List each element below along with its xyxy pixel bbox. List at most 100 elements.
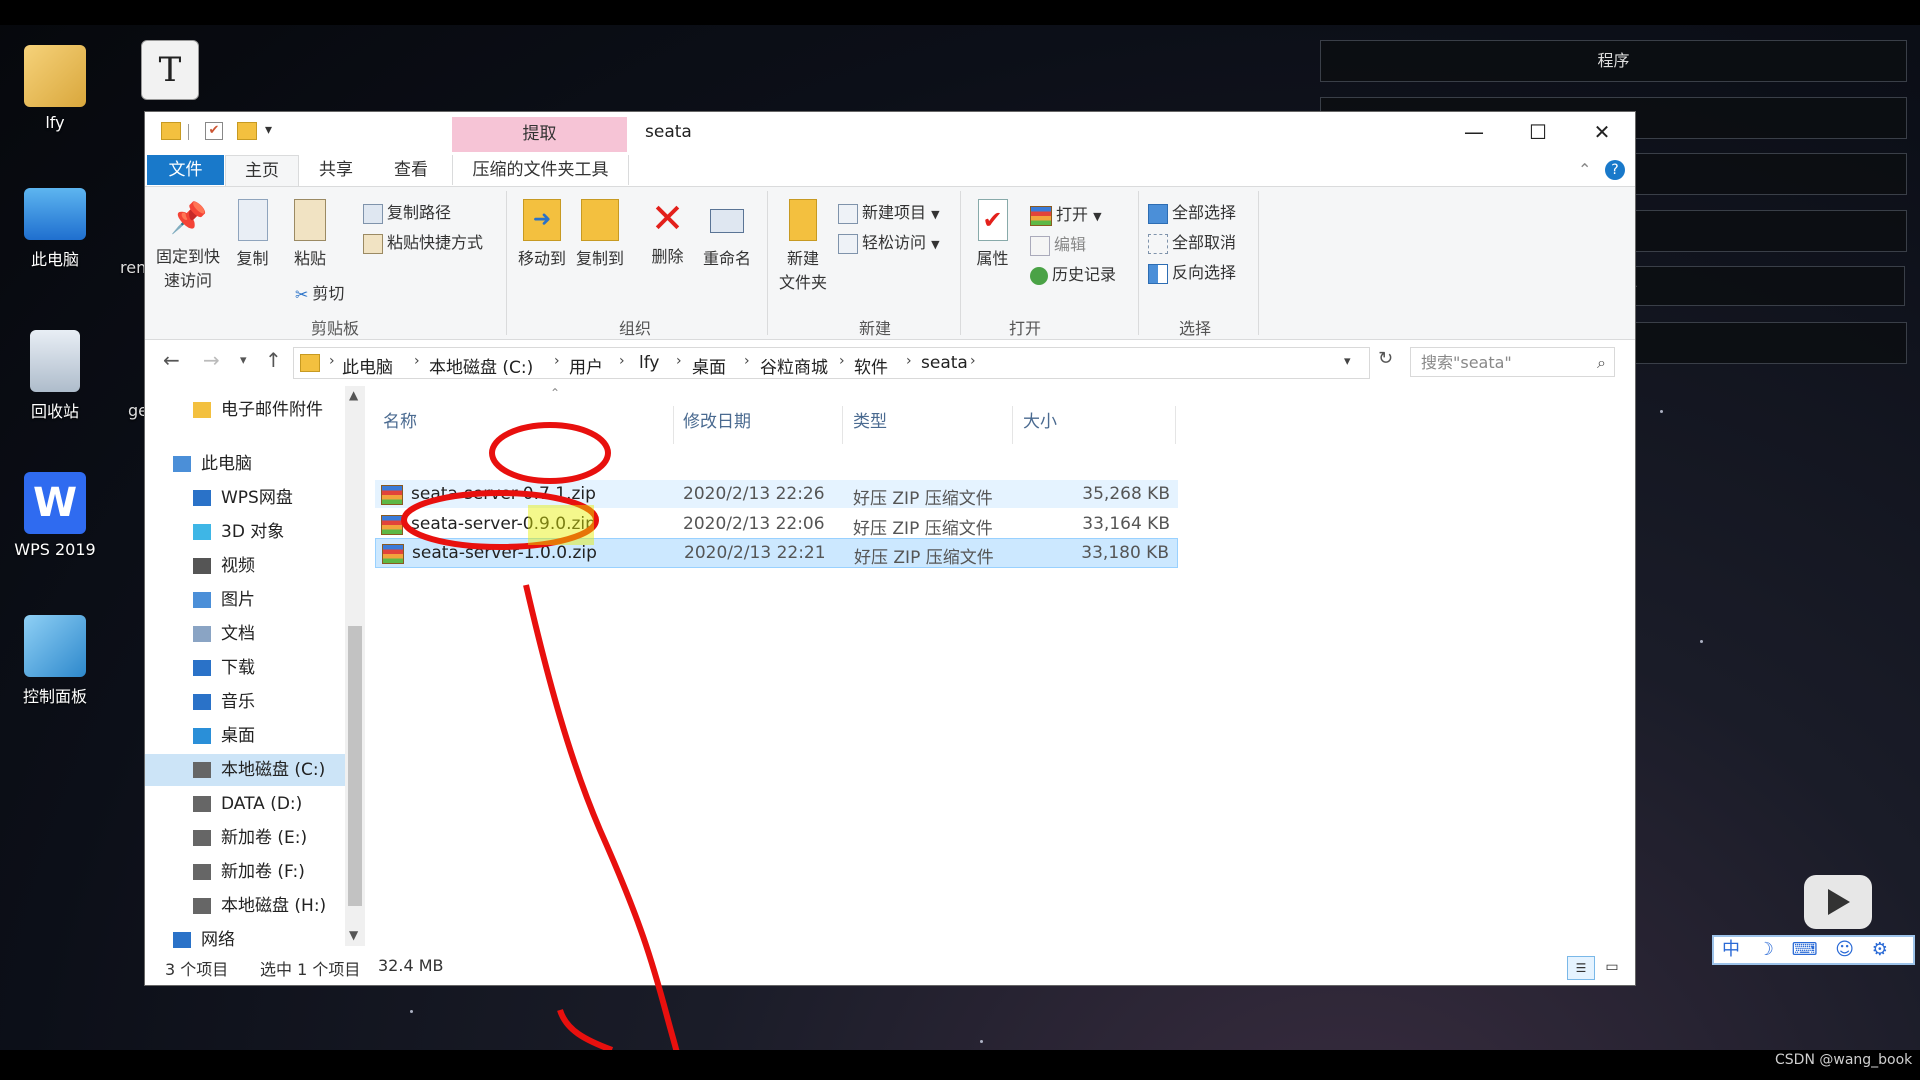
- breadcrumb-item[interactable]: lfy: [639, 353, 659, 373]
- copy-to-button[interactable]: 复制到: [570, 199, 630, 269]
- pin-quick-access-button[interactable]: 📌 固定到快 速访问: [153, 199, 223, 291]
- desktop-icon-wps[interactable]: W WPS 2019: [0, 472, 110, 559]
- scrollbar-thumb[interactable]: [348, 626, 362, 906]
- select-none-button[interactable]: 全部取消: [1148, 229, 1236, 254]
- details-view-icon[interactable]: ☰: [1567, 956, 1595, 980]
- desktop-icon-this-pc[interactable]: 此电脑: [0, 188, 110, 270]
- address-bar[interactable]: › 此电脑 › 本地磁盘 (C:) › 用户 › lfy › 桌面 › 谷粒商城…: [293, 347, 1370, 379]
- extract-context-tab[interactable]: 提取: [452, 117, 627, 152]
- edit-button[interactable]: 编辑: [1030, 231, 1086, 256]
- play-icon[interactable]: [1804, 875, 1872, 929]
- nav-item[interactable]: 本地磁盘 (C:): [145, 754, 355, 786]
- table-row[interactable]: seata-server-0.9.0.zip 2020/2/13 22:06 好…: [375, 510, 1178, 539]
- paste-shortcut-button[interactable]: 粘贴快捷方式: [363, 229, 483, 254]
- desktop-partial-label: ren: [120, 258, 147, 277]
- minimize-button[interactable]: —: [1442, 112, 1506, 152]
- group-label-clipboard: 剪贴板: [310, 319, 359, 338]
- column-header-size[interactable]: 大小: [1023, 406, 1057, 438]
- desktop-icon-text-shortcut[interactable]: T: [130, 40, 210, 106]
- breadcrumb-item[interactable]: 软件: [854, 353, 888, 378]
- nav-item[interactable]: 桌面: [145, 720, 355, 752]
- tab-view[interactable]: 查看: [375, 155, 447, 185]
- delete-button[interactable]: ✕ 删除: [645, 199, 690, 267]
- column-header-type[interactable]: 类型: [853, 406, 887, 438]
- nav-item-label: 电子邮件附件: [221, 400, 323, 420]
- nav-item[interactable]: 音乐: [145, 686, 355, 718]
- copy-path-button[interactable]: 复制路径: [363, 199, 451, 224]
- new-folder-button[interactable]: 新建 文件夹: [773, 199, 833, 293]
- move-to-button[interactable]: ➜ 移动到: [512, 199, 572, 269]
- ime-toolbar[interactable]: 中 ☽ ⌨ ☺ ⚙: [1712, 935, 1915, 965]
- tab-compressed-folder-tools[interactable]: 压缩的文件夹工具: [452, 155, 629, 185]
- properties-check-icon[interactable]: ✔: [205, 122, 223, 140]
- breadcrumb-separator: ›: [744, 353, 750, 369]
- large-icons-view-icon[interactable]: ▭: [1600, 956, 1624, 978]
- separator: [1258, 191, 1259, 335]
- open-button[interactable]: 打开 ▼: [1030, 201, 1102, 226]
- up-arrow-icon[interactable]: ↑: [265, 348, 282, 372]
- column-separator[interactable]: [1175, 406, 1176, 444]
- easy-access-button[interactable]: 轻松访问 ▼: [838, 229, 940, 254]
- nav-item[interactable]: 图片: [145, 584, 355, 616]
- refresh-icon[interactable]: ↻: [1378, 348, 1393, 369]
- nav-scrollbar[interactable]: ▲ ▼: [345, 386, 365, 946]
- properties-button[interactable]: ✔ 属性: [970, 199, 1015, 269]
- address-history-chevron-icon[interactable]: ▾: [1344, 354, 1351, 369]
- nav-item[interactable]: 本地磁盘 (H:): [145, 890, 355, 922]
- nav-item[interactable]: WPS网盘: [145, 482, 355, 514]
- new-folder-quick-icon[interactable]: [237, 122, 257, 140]
- cut-button[interactable]: ✂ 剪切: [295, 280, 344, 304]
- column-header-modified[interactable]: 修改日期: [683, 406, 751, 438]
- nav-item[interactable]: 下载: [145, 652, 355, 684]
- file-type: 好压 ZIP 压缩文件: [854, 548, 994, 568]
- help-icon[interactable]: ?: [1605, 160, 1625, 180]
- desktop-icon-control-panel[interactable]: 控制面板: [0, 615, 110, 707]
- desktop-icon-lfy[interactable]: lfy: [0, 45, 110, 132]
- star: [980, 1040, 983, 1043]
- nav-item[interactable]: 文档: [145, 618, 355, 650]
- nav-item[interactable]: 此电脑: [145, 448, 355, 480]
- recent-locations-chevron-icon[interactable]: ▾: [240, 353, 247, 368]
- nav-item[interactable]: 新加卷 (E:): [145, 822, 355, 854]
- history-button[interactable]: 历史记录: [1030, 261, 1116, 285]
- paste-shortcut-icon: [363, 233, 383, 254]
- tab-share[interactable]: 共享: [300, 155, 372, 185]
- paste-button[interactable]: 粘贴: [285, 199, 335, 269]
- back-arrow-icon[interactable]: ←: [163, 348, 180, 372]
- invert-selection-button[interactable]: 反向选择: [1148, 259, 1236, 284]
- nav-item[interactable]: DATA (D:): [145, 788, 355, 820]
- program-panel[interactable]: 程序: [1320, 40, 1907, 82]
- breadcrumb-item[interactable]: 谷粒商城: [760, 353, 828, 378]
- breadcrumb-item[interactable]: 桌面: [692, 353, 726, 378]
- tab-home[interactable]: 主页: [225, 155, 299, 186]
- nav-item[interactable]: 3D 对象: [145, 516, 355, 548]
- breadcrumb-item[interactable]: 本地磁盘 (C:): [429, 353, 533, 378]
- table-row-selected[interactable]: seata-server-1.0.0.zip 2020/2/13 22:21 好…: [375, 538, 1178, 568]
- column-separator[interactable]: [842, 406, 843, 444]
- nav-item-label: 新加卷 (E:): [221, 828, 308, 848]
- column-separator[interactable]: [1012, 406, 1013, 444]
- rename-button[interactable]: 重命名: [697, 199, 757, 269]
- select-all-button[interactable]: 全部选择: [1148, 199, 1236, 224]
- search-input[interactable]: 搜索"seata" ⌕: [1410, 347, 1615, 377]
- scroll-up-icon[interactable]: ▲: [349, 388, 358, 402]
- scroll-down-icon[interactable]: ▼: [349, 928, 358, 942]
- copy-button[interactable]: 复制: [230, 199, 275, 269]
- nav-item[interactable]: 电子邮件附件: [145, 394, 355, 426]
- column-header-name[interactable]: 名称: [383, 406, 417, 438]
- nav-item[interactable]: 视频: [145, 550, 355, 582]
- breadcrumb-item[interactable]: 此电脑: [342, 353, 393, 378]
- desktop-icon-recycle-bin[interactable]: 回收站: [0, 330, 110, 422]
- maximize-button[interactable]: ☐: [1506, 112, 1570, 152]
- breadcrumb-item[interactable]: seata: [921, 353, 968, 373]
- new-item-button[interactable]: 新建项目 ▼: [838, 199, 940, 224]
- breadcrumb-item[interactable]: 用户: [569, 353, 603, 378]
- collapse-ribbon-icon[interactable]: ⌃: [1578, 160, 1591, 179]
- tab-file[interactable]: 文件: [147, 155, 224, 185]
- close-button[interactable]: ✕: [1570, 112, 1634, 152]
- forward-arrow-icon[interactable]: →: [203, 348, 220, 372]
- nav-item[interactable]: 新加卷 (F:): [145, 856, 355, 888]
- table-row[interactable]: seata-server-0.7.1.zip 2020/2/13 22:26 好…: [375, 480, 1178, 509]
- column-separator[interactable]: [673, 406, 674, 444]
- customize-toolbar-icon[interactable]: ▾: [265, 122, 272, 138]
